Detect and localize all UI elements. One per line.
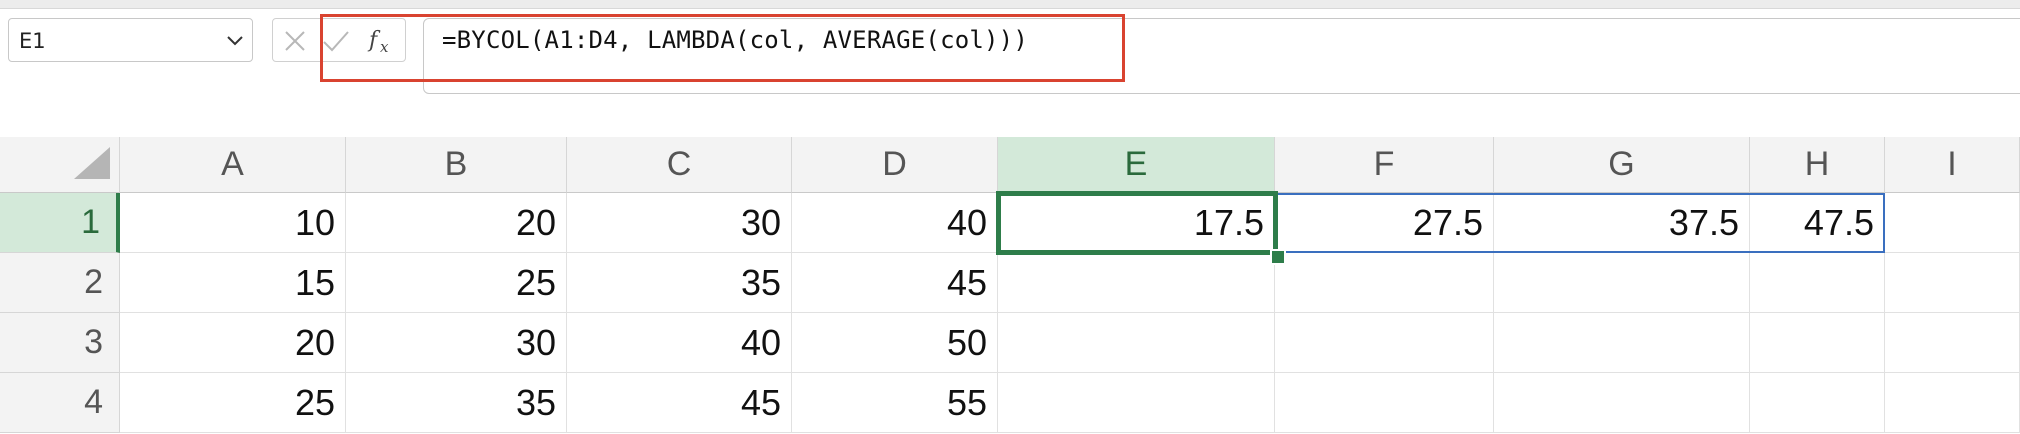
- cell-g3[interactable]: [1494, 313, 1750, 373]
- cell-d2[interactable]: 45: [792, 253, 998, 313]
- formula-buttons: f x: [272, 18, 406, 62]
- cell-h3[interactable]: [1750, 313, 1885, 373]
- row-header-1[interactable]: 1: [0, 193, 120, 253]
- cell-i2[interactable]: [1885, 253, 2020, 313]
- cell-h2[interactable]: [1750, 253, 1885, 313]
- select-all-corner[interactable]: [0, 137, 120, 193]
- cell-i4[interactable]: [1885, 373, 2020, 433]
- cell-g4[interactable]: [1494, 373, 1750, 433]
- cell-i1[interactable]: [1885, 193, 2020, 253]
- cell-c4[interactable]: 45: [567, 373, 792, 433]
- cell-a2[interactable]: 15: [120, 253, 346, 313]
- cell-c3[interactable]: 40: [567, 313, 792, 373]
- svg-text:f: f: [367, 28, 381, 53]
- cell-d4[interactable]: 55: [792, 373, 998, 433]
- cell-b3[interactable]: 30: [346, 313, 567, 373]
- cell-b1[interactable]: 20: [346, 193, 567, 253]
- cell-a4[interactable]: 25: [120, 373, 346, 433]
- cell-h4[interactable]: [1750, 373, 1885, 433]
- fx-icon[interactable]: f x: [367, 25, 397, 62]
- cell-f1[interactable]: 27.5: [1275, 193, 1494, 253]
- name-box[interactable]: E1: [8, 18, 253, 62]
- cell-e1[interactable]: 17.5: [998, 193, 1275, 253]
- cell-g1[interactable]: 37.5: [1494, 193, 1750, 253]
- column-header-f[interactable]: F: [1275, 137, 1494, 193]
- column-header-c[interactable]: C: [567, 137, 792, 193]
- cell-c1[interactable]: 30: [567, 193, 792, 253]
- cell-i3[interactable]: [1885, 313, 2020, 373]
- cell-f2[interactable]: [1275, 253, 1494, 313]
- column-header-b[interactable]: B: [346, 137, 567, 193]
- cell-e4[interactable]: [998, 373, 1275, 433]
- cell-h1[interactable]: 47.5: [1750, 193, 1885, 253]
- cell-f4[interactable]: [1275, 373, 1494, 433]
- cell-b2[interactable]: 25: [346, 253, 567, 313]
- cell-d1[interactable]: 40: [792, 193, 998, 253]
- column-header-i[interactable]: I: [1885, 137, 2020, 193]
- column-header-h[interactable]: H: [1750, 137, 1885, 193]
- fill-handle[interactable]: [1270, 249, 1286, 265]
- row-header-3[interactable]: 3: [0, 313, 120, 373]
- cell-g2[interactable]: [1494, 253, 1750, 313]
- cell-c2[interactable]: 35: [567, 253, 792, 313]
- cell-a3[interactable]: 20: [120, 313, 346, 373]
- svg-text:x: x: [380, 38, 389, 56]
- column-header-e[interactable]: E: [998, 137, 1275, 193]
- cell-d3[interactable]: 50: [792, 313, 998, 373]
- name-box-value: E1: [19, 29, 46, 53]
- checkmark-icon[interactable]: [321, 27, 351, 60]
- row-header-2[interactable]: 2: [0, 253, 120, 313]
- cell-e2[interactable]: [998, 253, 1275, 313]
- cell-b4[interactable]: 35: [346, 373, 567, 433]
- formula-text: =BYCOL(A1:D4, LAMBDA(col, AVERAGE(col))): [442, 26, 1028, 54]
- row-header-4[interactable]: 4: [0, 373, 120, 433]
- cell-a1[interactable]: 10: [120, 193, 346, 253]
- column-header-a[interactable]: A: [120, 137, 346, 193]
- column-header-g[interactable]: G: [1494, 137, 1750, 193]
- window-top-strip: [0, 0, 2020, 9]
- cell-f3[interactable]: [1275, 313, 1494, 373]
- column-header-d[interactable]: D: [792, 137, 998, 193]
- close-icon[interactable]: [281, 27, 309, 60]
- cell-e3[interactable]: [998, 313, 1275, 373]
- chevron-down-icon[interactable]: [224, 29, 246, 56]
- spreadsheet-grid: ABCDEFGHI 1 10 20 30 40 17.5 27.5 37.5 47.5 2 15 25…: [0, 137, 2020, 434]
